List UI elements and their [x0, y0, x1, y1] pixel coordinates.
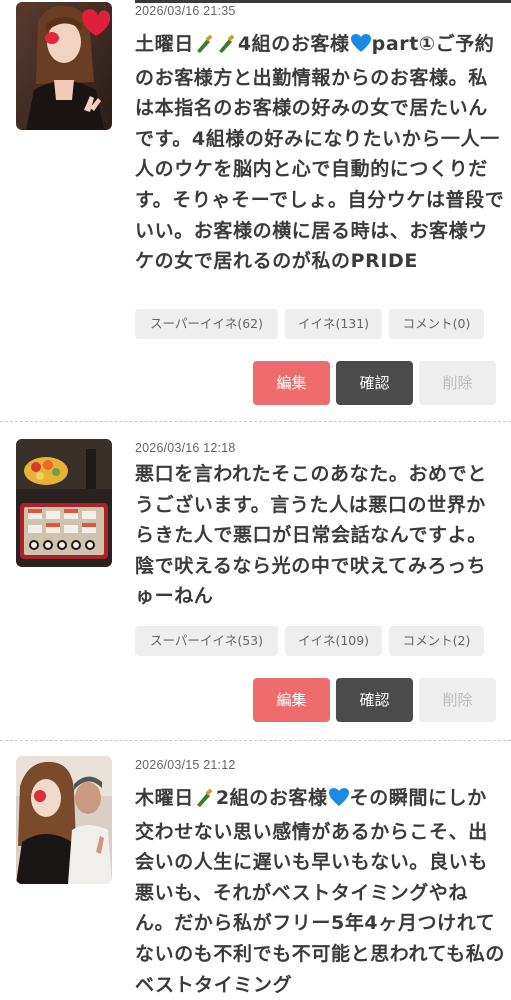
- comment-count[interactable]: コメント(2): [389, 626, 484, 656]
- delete-button[interactable]: 削除: [419, 678, 496, 722]
- champagne-icon: [194, 786, 216, 817]
- post-item: 2026/03/16 21:35 土曜日 4組のお客様 part①ご予約のお客様方と…: [0, 0, 511, 421]
- blue-heart-icon: [328, 786, 350, 817]
- post-thumbnail[interactable]: [16, 2, 112, 130]
- edit-button[interactable]: 編集: [253, 678, 330, 722]
- post-date: 2026/03/15 21:12: [135, 758, 236, 772]
- like-count[interactable]: イイネ(131): [285, 309, 382, 339]
- like-count[interactable]: イイネ(109): [285, 626, 382, 656]
- post-date: 2026/03/16 12:18: [135, 441, 236, 455]
- delete-button[interactable]: 削除: [419, 361, 496, 405]
- post-body[interactable]: 土曜日 4組のお客様 part①ご予約のお客様方と出勤情報からのお客様。私は本指名の…: [135, 29, 505, 277]
- woman-and-man-photo-icon: [16, 756, 112, 884]
- confirm-button[interactable]: 確認: [336, 678, 413, 722]
- post-body[interactable]: 悪口を言われたそこのあなた。おめでとうございます。言うた人は悪口の世界からきた人…: [135, 459, 505, 612]
- champagne-icon: [216, 32, 238, 63]
- super-like-count[interactable]: スーパーイイネ(53): [135, 626, 278, 656]
- blue-heart-icon: [350, 32, 372, 63]
- comment-count[interactable]: コメント(0): [389, 309, 484, 339]
- edit-button[interactable]: 編集: [253, 361, 330, 405]
- confirm-button[interactable]: 確認: [336, 361, 413, 405]
- post-date: 2026/03/16 21:35: [135, 4, 236, 18]
- sushi-platter-photo-icon: [16, 439, 112, 567]
- post-thumbnail[interactable]: [16, 439, 112, 567]
- post-thumbnail[interactable]: [16, 756, 112, 884]
- post-item: 2026/03/15 21:12 木曜日 2組のお客様 その瞬間にしか交わせない思い…: [0, 741, 511, 1000]
- post-body[interactable]: 木曜日 2組のお客様 その瞬間にしか交わせない思い感情があるからこそ、出会いの人生に…: [135, 783, 505, 1000]
- champagne-icon: [194, 32, 216, 63]
- super-like-count[interactable]: スーパーイイネ(62): [135, 309, 278, 339]
- post-item: 2026/03/16 12:18 悪口を言われたそこのあなた。おめでとうございま…: [0, 422, 511, 740]
- woman-selfie-photo-icon: [16, 2, 112, 130]
